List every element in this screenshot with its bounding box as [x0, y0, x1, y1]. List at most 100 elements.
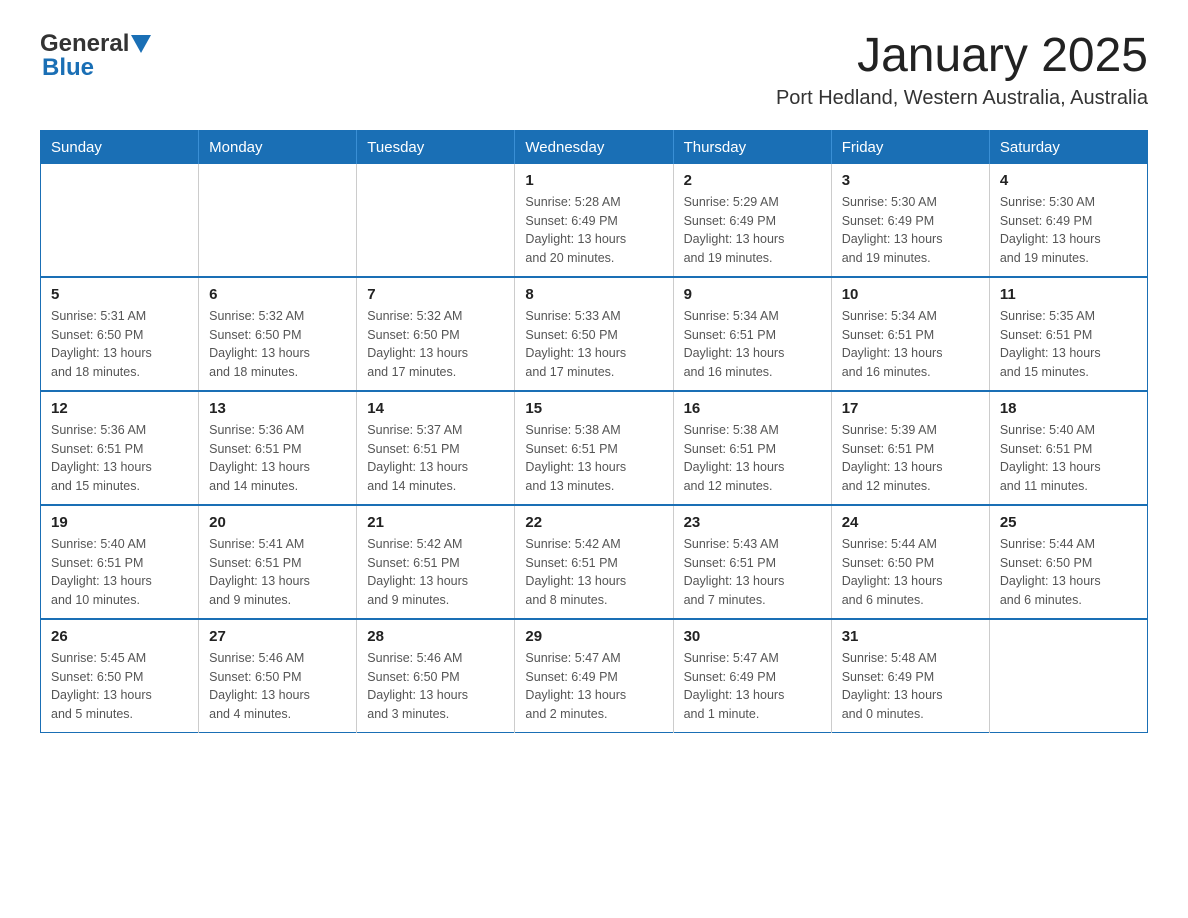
location-title: Port Hedland, Western Australia, Austral…	[776, 87, 1148, 110]
day-info: Sunrise: 5:46 AM Sunset: 6:50 PM Dayligh…	[209, 649, 346, 724]
day-info: Sunrise: 5:30 AM Sunset: 6:49 PM Dayligh…	[842, 193, 979, 268]
calendar-cell: 16Sunrise: 5:38 AM Sunset: 6:51 PM Dayli…	[673, 391, 831, 505]
day-number: 29	[525, 628, 662, 645]
day-number: 25	[1000, 514, 1137, 531]
day-info: Sunrise: 5:47 AM Sunset: 6:49 PM Dayligh…	[525, 649, 662, 724]
day-number: 27	[209, 628, 346, 645]
calendar-cell: 31 Sunrise: 5:48 AM Sunset: 6:49 PM Dayli…	[831, 619, 989, 733]
day-info: Sunrise: 5:30 AM Sunset: 6:49 PM Dayligh…	[1000, 193, 1137, 268]
calendar-cell: 30 Sunrise: 5:47 AM Sunset: 6:49 PM Dayli…	[673, 619, 831, 733]
day-number: 16	[684, 400, 821, 417]
week-row-3: 12 Sunrise: 5:36 AM Sunset: 6:51 PM Dayli…	[41, 391, 1148, 505]
day-info: Sunrise: 5:28 AM Sunset: 6:49 PM Dayligh…	[525, 193, 662, 268]
day-number: 28	[367, 628, 504, 645]
day-info: Sunrise: 5:34 AM Sunset: 6:51 PM Dayligh…	[684, 307, 821, 382]
week-row-5: 26 Sunrise: 5:45 AM Sunset: 6:50 PM Dayli…	[41, 619, 1148, 733]
calendar-cell: 29 Sunrise: 5:47 AM Sunset: 6:49 PM Dayli…	[515, 619, 673, 733]
day-info: Sunrise: 5:32 AM Sunset: 6:50 PM Dayligh…	[209, 307, 346, 382]
day-info: Sunrise: 5:47 AM Sunset: 6:49 PM Dayligh…	[684, 649, 821, 724]
day-info: Sunrise: 5:38 AM Sunset: 6:51 PM Dayligh…	[525, 421, 662, 496]
calendar-cell: 27 Sunrise: 5:46 AM Sunset: 6:50 PM Dayli…	[199, 619, 357, 733]
day-number: 8	[525, 286, 662, 303]
day-number: 30	[684, 628, 821, 645]
day-number: 1	[525, 172, 662, 189]
calendar-cell: 11 Sunrise: 5:35 AM Sunset: 6:51 PM Dayli…	[989, 277, 1147, 391]
month-title: January 2025	[776, 30, 1148, 83]
day-header-friday: Friday	[831, 130, 989, 164]
day-number: 26	[51, 628, 188, 645]
day-number: 19	[51, 514, 188, 531]
day-number: 22	[525, 514, 662, 531]
day-number: 15	[525, 400, 662, 417]
day-number: 14	[367, 400, 504, 417]
day-number: 4	[1000, 172, 1137, 189]
day-info: Sunrise: 5:31 AM Sunset: 6:50 PM Dayligh…	[51, 307, 188, 382]
logo-blue-text: Blue	[42, 54, 94, 82]
page-header: General Blue January 2025 Port Hedland, …	[40, 30, 1148, 110]
calendar-cell: 20 Sunrise: 5:41 AM Sunset: 6:51 PM Dayli…	[199, 505, 357, 619]
day-info: Sunrise: 5:45 AM Sunset: 6:50 PM Dayligh…	[51, 649, 188, 724]
day-number: 9	[684, 286, 821, 303]
day-info: Sunrise: 5:39 AM Sunset: 6:51 PM Dayligh…	[842, 421, 979, 496]
day-number: 21	[367, 514, 504, 531]
calendar-cell: 17 Sunrise: 5:39 AM Sunset: 6:51 PM Dayli…	[831, 391, 989, 505]
calendar-cell	[989, 619, 1147, 733]
day-info: Sunrise: 5:33 AM Sunset: 6:50 PM Dayligh…	[525, 307, 662, 382]
logo: General Blue	[40, 30, 151, 82]
day-info: Sunrise: 5:32 AM Sunset: 6:50 PM Dayligh…	[367, 307, 504, 382]
day-info: Sunrise: 5:41 AM Sunset: 6:51 PM Dayligh…	[209, 535, 346, 610]
calendar-cell: 28 Sunrise: 5:46 AM Sunset: 6:50 PM Dayli…	[357, 619, 515, 733]
day-number: 24	[842, 514, 979, 531]
calendar-cell	[357, 164, 515, 277]
calendar-cell: 12 Sunrise: 5:36 AM Sunset: 6:51 PM Dayli…	[41, 391, 199, 505]
day-info: Sunrise: 5:42 AM Sunset: 6:51 PM Dayligh…	[367, 535, 504, 610]
calendar-cell	[41, 164, 199, 277]
calendar-cell: 6 Sunrise: 5:32 AM Sunset: 6:50 PM Daylig…	[199, 277, 357, 391]
calendar-cell: 9 Sunrise: 5:34 AM Sunset: 6:51 PM Daylig…	[673, 277, 831, 391]
calendar-cell: 23 Sunrise: 5:43 AM Sunset: 6:51 PM Dayli…	[673, 505, 831, 619]
calendar-cell: 7 Sunrise: 5:32 AM Sunset: 6:50 PM Daylig…	[357, 277, 515, 391]
day-info: Sunrise: 5:35 AM Sunset: 6:51 PM Dayligh…	[1000, 307, 1137, 382]
day-number: 6	[209, 286, 346, 303]
calendar-cell: 4 Sunrise: 5:30 AM Sunset: 6:49 PM Daylig…	[989, 164, 1147, 277]
day-number: 17	[842, 400, 979, 417]
week-row-1: 1 Sunrise: 5:28 AM Sunset: 6:49 PM Daylig…	[41, 164, 1148, 277]
day-number: 12	[51, 400, 188, 417]
day-header-sunday: Sunday	[41, 130, 199, 164]
day-info: Sunrise: 5:42 AM Sunset: 6:51 PM Dayligh…	[525, 535, 662, 610]
day-info: Sunrise: 5:36 AM Sunset: 6:51 PM Dayligh…	[209, 421, 346, 496]
day-header-monday: Monday	[199, 130, 357, 164]
calendar-cell: 5Sunrise: 5:31 AM Sunset: 6:50 PM Daylig…	[41, 277, 199, 391]
calendar-cell: 18Sunrise: 5:40 AM Sunset: 6:51 PM Dayli…	[989, 391, 1147, 505]
day-header-saturday: Saturday	[989, 130, 1147, 164]
day-header-thursday: Thursday	[673, 130, 831, 164]
calendar-cell: 2Sunrise: 5:29 AM Sunset: 6:49 PM Daylig…	[673, 164, 831, 277]
day-number: 31	[842, 628, 979, 645]
day-info: Sunrise: 5:37 AM Sunset: 6:51 PM Dayligh…	[367, 421, 504, 496]
day-number: 18	[1000, 400, 1137, 417]
day-info: Sunrise: 5:44 AM Sunset: 6:50 PM Dayligh…	[1000, 535, 1137, 610]
calendar-cell: 3 Sunrise: 5:30 AM Sunset: 6:49 PM Daylig…	[831, 164, 989, 277]
title-area: January 2025 Port Hedland, Western Austr…	[776, 30, 1148, 110]
calendar-cell: 24 Sunrise: 5:44 AM Sunset: 6:50 PM Dayli…	[831, 505, 989, 619]
calendar-table: SundayMondayTuesdayWednesdayThursdayFrid…	[40, 130, 1148, 733]
day-info: Sunrise: 5:43 AM Sunset: 6:51 PM Dayligh…	[684, 535, 821, 610]
week-row-4: 19Sunrise: 5:40 AM Sunset: 6:51 PM Dayli…	[41, 505, 1148, 619]
day-number: 3	[842, 172, 979, 189]
calendar-cell: 14 Sunrise: 5:37 AM Sunset: 6:51 PM Dayli…	[357, 391, 515, 505]
day-info: Sunrise: 5:46 AM Sunset: 6:50 PM Dayligh…	[367, 649, 504, 724]
day-number: 10	[842, 286, 979, 303]
day-number: 20	[209, 514, 346, 531]
calendar-cell	[199, 164, 357, 277]
day-info: Sunrise: 5:36 AM Sunset: 6:51 PM Dayligh…	[51, 421, 188, 496]
day-number: 7	[367, 286, 504, 303]
day-number: 11	[1000, 286, 1137, 303]
day-info: Sunrise: 5:48 AM Sunset: 6:49 PM Dayligh…	[842, 649, 979, 724]
calendar-cell: 25 Sunrise: 5:44 AM Sunset: 6:50 PM Dayli…	[989, 505, 1147, 619]
day-header-tuesday: Tuesday	[357, 130, 515, 164]
day-info: Sunrise: 5:44 AM Sunset: 6:50 PM Dayligh…	[842, 535, 979, 610]
day-info: Sunrise: 5:29 AM Sunset: 6:49 PM Dayligh…	[684, 193, 821, 268]
calendar-cell: 13Sunrise: 5:36 AM Sunset: 6:51 PM Dayli…	[199, 391, 357, 505]
day-number: 23	[684, 514, 821, 531]
calendar-cell: 10Sunrise: 5:34 AM Sunset: 6:51 PM Dayli…	[831, 277, 989, 391]
